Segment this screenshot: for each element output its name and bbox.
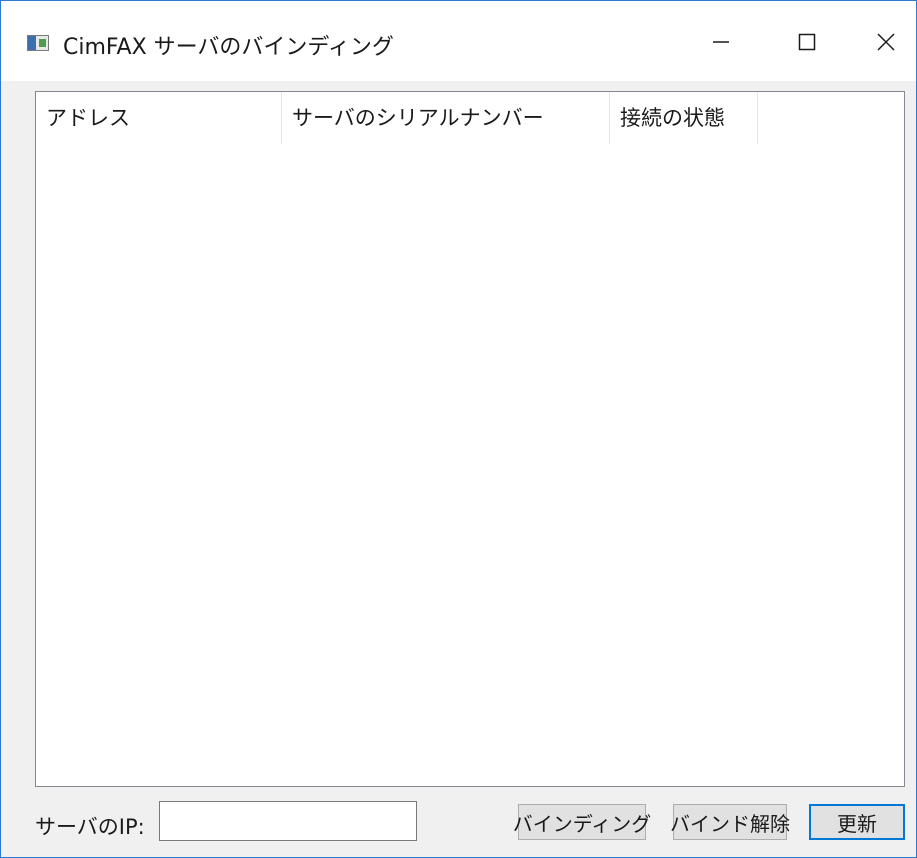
- minimize-button[interactable]: [691, 17, 751, 67]
- column-header-connection-status[interactable]: 接続の状態: [610, 92, 758, 144]
- column-header-address[interactable]: アドレス: [36, 92, 282, 144]
- refresh-button[interactable]: 更新: [809, 804, 905, 840]
- unbind-button[interactable]: バインド解除: [670, 804, 790, 840]
- maximize-button[interactable]: [777, 17, 837, 67]
- title-bar[interactable]: CimFAX サーバのバインディング: [1, 1, 916, 81]
- bind-button[interactable]: バインディング: [513, 804, 651, 840]
- server-ip-input[interactable]: [159, 801, 417, 841]
- binding-window: CimFAX サーバのバインディング アドレス サーバのシリアルナンバー 接続の…: [0, 0, 917, 858]
- minimize-icon: [713, 41, 729, 43]
- server-ip-label: サーバのIP:: [35, 815, 145, 839]
- server-list[interactable]: アドレス サーバのシリアルナンバー 接続の状態: [35, 91, 905, 787]
- maximize-icon: [798, 33, 816, 51]
- column-header-serial-number[interactable]: サーバのシリアルナンバー: [282, 92, 610, 144]
- list-header: アドレス サーバのシリアルナンバー 接続の状態: [36, 92, 904, 144]
- close-icon: [877, 33, 895, 51]
- window-title: CimFAX サーバのバインディング: [63, 35, 394, 60]
- close-button[interactable]: [856, 17, 916, 67]
- app-icon: [27, 35, 49, 51]
